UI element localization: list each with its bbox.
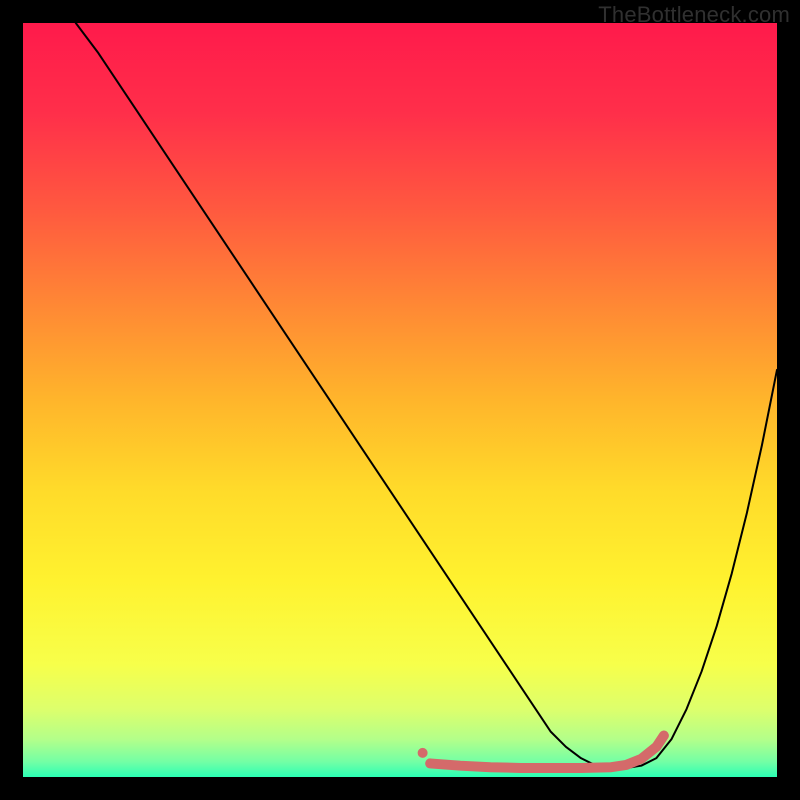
plot-area [23, 23, 777, 777]
background-gradient [23, 23, 777, 777]
chart-stage: TheBottleneck.com [0, 0, 800, 800]
